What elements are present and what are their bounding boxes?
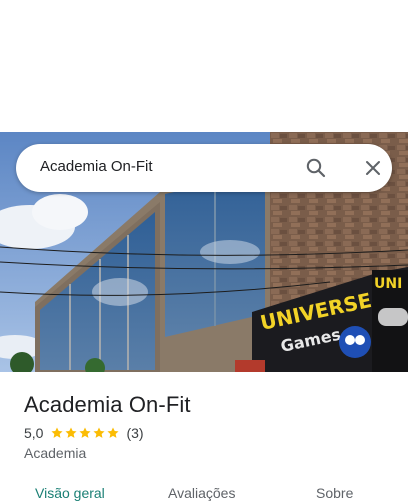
search-bar[interactable]: Academia On-Fit (16, 144, 392, 192)
sign-right-text: UNI (374, 276, 402, 292)
search-icon[interactable] (304, 156, 328, 180)
place-title: Academia On-Fit (24, 392, 191, 417)
close-icon[interactable] (361, 156, 385, 180)
tab-about[interactable]: Sobre (316, 485, 353, 501)
search-query[interactable]: Academia On-Fit (40, 158, 153, 175)
rating-row[interactable]: 5,0 (3) (24, 425, 144, 441)
place-category[interactable]: Academia (24, 445, 86, 461)
tab-overview[interactable]: Visão geral (35, 485, 105, 501)
star-rating (50, 426, 120, 440)
tab-reviews[interactable]: Avaliações (168, 485, 235, 501)
review-count[interactable]: (3) (126, 425, 143, 441)
star-icon (107, 427, 120, 438)
place-tabs: Visão geral Avaliações Sobre (0, 484, 408, 504)
place-page: UNIVERSE Games UNI Academia On-Fit Acade… (0, 0, 408, 504)
star-icon (79, 427, 92, 438)
star-icon (65, 427, 78, 438)
star-icon (51, 427, 64, 438)
place-info-panel: Academia On-Fit 5,0 (3) Academia Visão g… (0, 372, 408, 504)
rating-value: 5,0 (24, 425, 44, 441)
star-icon (93, 427, 106, 438)
